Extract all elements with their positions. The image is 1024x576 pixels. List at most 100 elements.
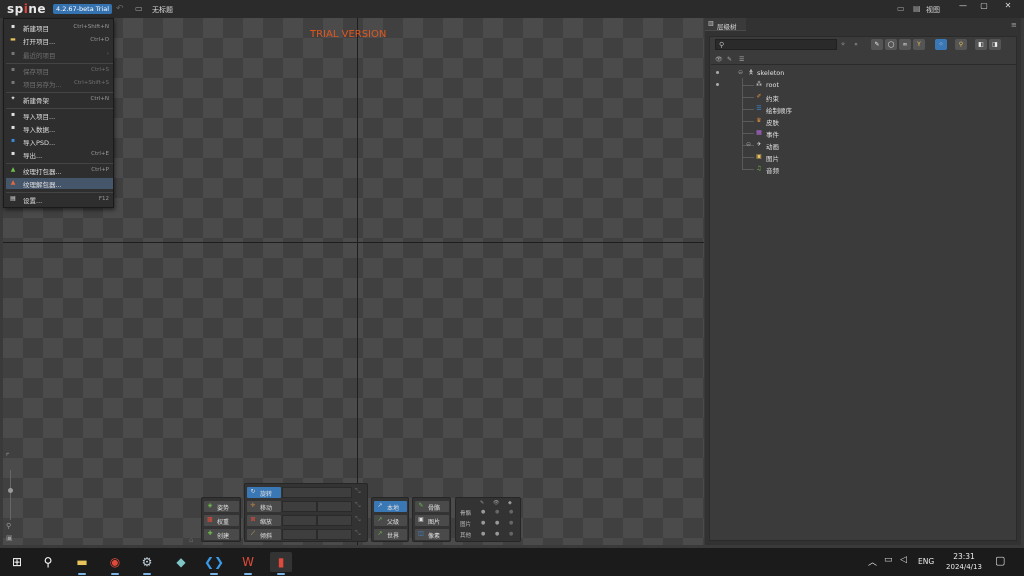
pixels-snap-button[interactable]: ◫ 像素 — [415, 529, 449, 540]
tree-node-animations[interactable]: ⊖ ✈ 动画 — [711, 139, 1011, 151]
link-icon[interactable]: ⚲ — [955, 39, 967, 50]
language-indicator[interactable]: ENG — [918, 557, 934, 566]
rotate-options-icon[interactable]: ⤡ — [355, 487, 361, 496]
menu-item-new-project[interactable]: ▪ 新建项目 Ctrl+Shift+N — [6, 22, 113, 33]
menu-item-texture-packer[interactable]: ▲ 纹理打包器... Ctrl+P — [6, 165, 113, 176]
translate-y-field[interactable] — [317, 501, 352, 512]
visibility-dot[interactable] — [716, 83, 719, 86]
parent-axes-button[interactable]: ↗ 父级 — [374, 515, 407, 526]
clock-time[interactable]: 23:31 — [946, 552, 982, 561]
spine-icon[interactable]: ▮ — [270, 552, 292, 575]
network-icon[interactable]: ▭ — [884, 555, 893, 565]
undo-icon[interactable]: ↶ — [116, 4, 124, 14]
others-visible-dot[interactable]: ● — [495, 531, 499, 537]
others-select-dot[interactable]: ● — [481, 531, 485, 537]
zoom-slider[interactable]: ⌜ ⚲ ▣ — [5, 452, 17, 544]
filter-slots-button[interactable]: ◯ — [885, 39, 897, 50]
scale-y-field[interactable] — [317, 515, 352, 526]
filter-next-icon[interactable]: « — [851, 39, 861, 50]
filter-constraints-button[interactable]: Y — [913, 39, 925, 50]
images-visible-dot[interactable]: ● — [495, 520, 499, 526]
name-tag-icon[interactable]: ◆ — [508, 500, 512, 506]
tree-node-images[interactable]: ▣ 图片 — [711, 151, 1011, 163]
rotate-tool-button[interactable]: ↻ 旋转 — [247, 487, 281, 498]
zoom-icon[interactable]: ⚲ — [6, 522, 11, 530]
clock-date[interactable]: 2024/4/13 — [940, 563, 988, 571]
bones-visible-dot[interactable]: ● — [495, 509, 499, 515]
spine-logo[interactable]: spine — [7, 2, 46, 16]
images-select-dot[interactable]: ● — [481, 520, 485, 526]
zoom-top-icon[interactable]: ⌜ — [6, 452, 10, 461]
filter-attachments-button[interactable]: ∞ — [899, 39, 911, 50]
lock-icon[interactable]: ⌂ — [189, 536, 193, 544]
vscode-icon[interactable]: ❮❯ — [203, 552, 225, 575]
shear-y-field[interactable] — [317, 529, 352, 540]
filter-bones-button[interactable]: ✎ — [871, 39, 883, 50]
menu-item-import-data[interactable]: ▪ 导入数据... — [6, 123, 113, 134]
maximize-icon[interactable]: ▢ — [973, 0, 995, 12]
tree-node-skeleton[interactable]: ⊖ 🯅 skeleton — [711, 67, 1011, 79]
scale-tool-button[interactable]: ⊠ 缩放 — [247, 515, 281, 526]
images-compensate-button[interactable]: ▣ 图片 — [415, 515, 449, 526]
key-column-icon[interactable]: ✎ — [727, 56, 732, 63]
file-explorer-icon[interactable]: ▬ — [71, 552, 93, 575]
translate-options-icon[interactable]: ⤡ — [355, 501, 361, 510]
tree-node-root[interactable]: ⁂ root — [711, 79, 1011, 91]
tree-node-draw-order[interactable]: ☰ 绘制顺序 — [711, 103, 1011, 115]
translate-tool-button[interactable]: ✛ 移动 — [247, 501, 281, 512]
fit-view-icon[interactable]: ▣ — [6, 534, 13, 542]
expand-all-button[interactable]: ◨ — [989, 39, 1001, 50]
weights-mode-button[interactable]: ▩ 权重 — [204, 515, 239, 526]
scale-options-icon[interactable]: ⤡ — [355, 515, 361, 524]
panel-menu-icon[interactable]: ≡ — [1011, 21, 1017, 29]
shear-x-field[interactable] — [282, 529, 317, 540]
search-icon[interactable]: ⚲ — [37, 552, 59, 572]
tree-node-skins[interactable]: ♛ 皮肤 — [711, 115, 1011, 127]
volume-icon[interactable]: ◁ — [900, 555, 907, 565]
steam-icon[interactable]: ⚙ — [136, 552, 158, 575]
pose-mode-button[interactable]: ◈ 姿势 — [204, 501, 239, 512]
view-menu-button[interactable]: 视图 — [926, 5, 940, 15]
expand-icon[interactable]: ⊖ — [746, 141, 751, 148]
bones-select-dot[interactable]: ● — [481, 509, 485, 515]
layout-icon[interactable]: ▭ — [897, 4, 905, 13]
local-axes-button[interactable]: ↗ 本地 — [374, 501, 407, 512]
minimize-icon[interactable]: — — [952, 0, 974, 12]
images-names-dot[interactable]: ● — [509, 520, 513, 526]
menu-item-import-psd[interactable]: ▪ 导入PSD... — [6, 136, 113, 147]
menu-item-new-skeleton[interactable]: ✦ 新建骨架 Ctrl+N — [6, 94, 113, 105]
rotate-value-field[interactable] — [282, 487, 352, 498]
view-menu-icon[interactable]: ▤ — [913, 4, 921, 13]
others-names-dot[interactable]: ● — [509, 531, 513, 537]
tree-node-constraints[interactable]: ✐ 约束 — [711, 91, 1011, 103]
visibility-dot[interactable] — [716, 71, 719, 74]
sort-column-icon[interactable]: ☰ — [739, 56, 744, 63]
tab-tree[interactable]: ▥ 层级树 — [705, 18, 746, 31]
menu-item-settings[interactable]: ▤ 设置... F12 — [6, 194, 113, 205]
collapse-icon[interactable]: ⊖ — [738, 69, 743, 76]
shear-options-icon[interactable]: ⤡ — [355, 529, 361, 538]
collapse-all-button[interactable]: ◧ — [975, 39, 987, 50]
notification-icon[interactable]: ▢ — [995, 554, 1005, 567]
tree-node-audio[interactable]: ♫ 音频 — [711, 163, 1011, 175]
chevron-up-icon[interactable]: ︿ — [868, 555, 877, 568]
zoom-knob[interactable] — [8, 488, 13, 493]
wps-icon[interactable]: W — [237, 552, 259, 575]
bones-names-dot[interactable]: ● — [509, 509, 513, 515]
world-axes-button[interactable]: ↗ 世界 — [374, 529, 407, 540]
visibility-icon[interactable]: 👁 — [493, 500, 499, 506]
create-mode-button[interactable]: ✚ 创建 — [204, 529, 239, 540]
notes-icon[interactable]: ◆ — [170, 552, 192, 572]
tree-search-input[interactable]: ⚲ — [715, 39, 837, 50]
start-icon[interactable]: ⊞ — [6, 552, 28, 572]
translate-x-field[interactable] — [282, 501, 317, 512]
select-icon[interactable]: ✎ — [480, 500, 484, 506]
visibility-column-icon[interactable]: 👁 — [715, 56, 723, 63]
close-icon[interactable]: ✕ — [997, 0, 1019, 12]
tree-node-events[interactable]: ▦ 事件 — [711, 127, 1011, 139]
zoom-track[interactable] — [10, 470, 11, 520]
chrome-icon[interactable]: ◉ — [104, 552, 126, 575]
bones-compensate-button[interactable]: ✎ 骨骼 — [415, 501, 449, 512]
shear-tool-button[interactable]: ⟋ 倾斜 — [247, 529, 281, 540]
menu-item-import-project[interactable]: ▪ 导入项目... — [6, 110, 113, 121]
